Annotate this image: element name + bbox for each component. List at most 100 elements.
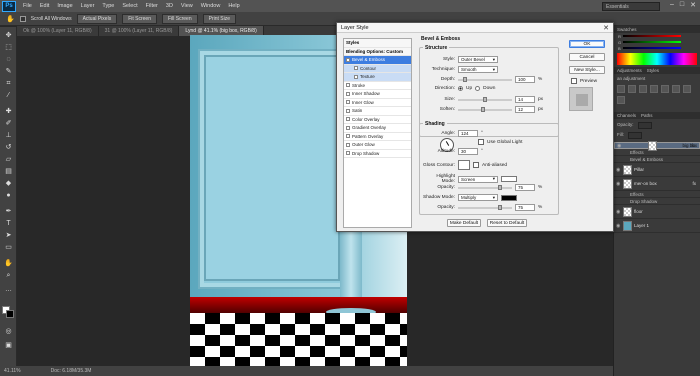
soften-slider[interactable] (458, 106, 512, 112)
cancel-button[interactable]: Cancel (569, 53, 605, 61)
color-slider-b[interactable]: B (614, 45, 700, 51)
size-input[interactable]: 14 (515, 96, 535, 103)
maximize-icon[interactable]: □ (680, 1, 684, 9)
levels-icon[interactable] (628, 85, 636, 93)
doc-tab[interactable]: 31 @ 100% (Layer 11, RGB/8) (99, 26, 180, 36)
ok-button[interactable]: OK (569, 40, 605, 48)
bevel-checkbox[interactable] (346, 57, 350, 62)
lasso-tool-icon[interactable]: ◌ (3, 55, 14, 64)
eye-icon[interactable]: ◉ (616, 209, 621, 215)
gloss-contour-picker[interactable] (458, 160, 470, 170)
blur-tool-icon[interactable]: ◆ (3, 179, 14, 188)
direction-down-radio[interactable] (475, 86, 481, 91)
eraser-icon[interactable]: ▱ (3, 155, 14, 164)
close-icon[interactable]: ✕ (603, 24, 609, 32)
brightness-icon[interactable] (617, 85, 625, 93)
layer-row[interactable]: ◉ big box fx (614, 140, 700, 151)
clone-stamp-icon[interactable]: ⊥ (3, 131, 14, 140)
tab-channels[interactable]: Channels (617, 112, 636, 119)
highlight-opacity-input[interactable]: 75 (515, 184, 535, 191)
gradient-tool-icon[interactable]: ▤ (3, 167, 14, 176)
hue-sat-icon[interactable] (672, 85, 680, 93)
scroll-all-checkbox[interactable] (19, 15, 26, 22)
eye-icon[interactable]: ◉ (616, 167, 621, 173)
marquee-tool-icon[interactable]: ⬚ (3, 43, 14, 52)
style-item-texture[interactable]: Texture (344, 73, 411, 82)
menu-help[interactable]: Help (224, 3, 243, 9)
history-brush-icon[interactable]: ↺ (3, 143, 14, 152)
make-default-button[interactable]: Make Default (447, 219, 481, 227)
technique-select[interactable]: Smooth ▾ (458, 66, 498, 73)
actual-pixels-button[interactable]: Actual Pixels (76, 13, 118, 24)
texture-checkbox[interactable] (354, 74, 358, 79)
brush-tool-icon[interactable]: ✐ (3, 119, 14, 128)
menu-window[interactable]: Window (197, 3, 225, 9)
tab-swatches[interactable]: Swatches (617, 26, 637, 33)
print-size-button[interactable]: Print Size (202, 13, 237, 24)
shape-tool-icon[interactable]: ▭ (3, 243, 14, 252)
new-style-button[interactable]: New Style... (569, 66, 605, 74)
layer-effects-row[interactable]: Effects (614, 149, 700, 156)
style-item-satin[interactable]: Satin (344, 107, 411, 116)
doc-tab[interactable]: Ok @ 100% (Layer 11, RGB/8) (17, 26, 99, 36)
soften-input[interactable]: 12 (515, 106, 535, 113)
style-item-inner-shadow[interactable]: Inner Shadow (344, 90, 411, 99)
zoom-tool-icon[interactable]: ⌕ (3, 271, 14, 280)
curves-icon[interactable] (639, 85, 647, 93)
size-slider-thumb[interactable] (483, 96, 487, 102)
layer-row[interactable]: ◉ mer-on box fx (614, 177, 700, 191)
fill-screen-button[interactable]: Fill Screen (162, 13, 198, 24)
layer-row[interactable]: ◉ Pillar (614, 163, 700, 177)
menu-layer[interactable]: Layer (77, 3, 99, 9)
anti-aliased-checkbox[interactable] (473, 162, 479, 168)
dodge-tool-icon[interactable]: ● (3, 191, 14, 200)
path-select-icon[interactable]: ➤ (3, 231, 14, 240)
menu-3d[interactable]: 3D (162, 3, 177, 9)
style-item-contour[interactable]: Contour (344, 64, 411, 73)
quick-mask-icon[interactable]: ◎ (3, 327, 14, 336)
menu-type[interactable]: Type (98, 3, 118, 9)
menu-select[interactable]: Select (118, 3, 141, 9)
style-item-blending[interactable]: Blending Options: Custom (344, 47, 411, 56)
menu-file[interactable]: File (19, 3, 36, 9)
type-tool-icon[interactable]: T (3, 219, 14, 228)
more-tools-icon[interactable]: … (3, 285, 14, 294)
menu-view[interactable]: View (177, 3, 197, 9)
size-slider[interactable] (458, 96, 512, 102)
bevel-style-select[interactable]: Outer Bevel ▾ (458, 56, 498, 63)
style-item-drop-shadow[interactable]: Drop Shadow (344, 150, 411, 158)
highlight-mode-select[interactable]: Screen ▾ (458, 175, 498, 183)
layer-effects-row[interactable]: Effects (614, 191, 700, 198)
depth-slider-thumb[interactable] (463, 76, 467, 82)
altitude-input[interactable]: 30 (458, 148, 478, 155)
angle-input[interactable]: 124 (458, 130, 478, 137)
menu-edit[interactable]: Edit (36, 3, 53, 9)
highlight-color-swatch[interactable] (501, 176, 517, 182)
depth-slider[interactable] (458, 76, 512, 82)
shadow-color-swatch[interactable] (501, 194, 517, 201)
style-item-outer-glow[interactable]: Outer Glow (344, 141, 411, 150)
tab-styles[interactable]: Styles (647, 67, 659, 74)
zoom-level[interactable]: 41.11% (4, 368, 21, 374)
crop-tool-icon[interactable]: ⌗ (3, 79, 14, 88)
style-item-inner-glow[interactable]: Inner Glow (344, 99, 411, 107)
eyedropper-icon[interactable]: ⁄ (3, 91, 14, 100)
depth-input[interactable]: 100 (515, 76, 535, 83)
bw-icon[interactable] (617, 96, 625, 104)
contour-checkbox[interactable] (354, 66, 358, 71)
pen-tool-icon[interactable]: ✒ (3, 207, 14, 216)
highlight-opacity-slider[interactable] (458, 184, 512, 190)
vibrance-icon[interactable] (661, 85, 669, 93)
direction-up-radio[interactable] (458, 86, 463, 91)
shadow-opacity-input[interactable]: 75 (515, 204, 535, 211)
tab-paths[interactable]: Paths (641, 112, 653, 119)
close-icon[interactable]: ✕ (690, 1, 696, 9)
preview-checkbox[interactable] (571, 78, 577, 84)
soften-slider-thumb[interactable] (481, 106, 485, 112)
layer-row[interactable]: ◉ floor (614, 205, 700, 219)
style-item-styles[interactable]: Styles (344, 39, 411, 48)
background-color-swatch[interactable] (6, 310, 14, 318)
shadow-mode-select[interactable]: Multiply ▾ (458, 194, 498, 201)
color-spectrum[interactable] (617, 53, 697, 65)
global-light-checkbox[interactable] (478, 139, 484, 145)
